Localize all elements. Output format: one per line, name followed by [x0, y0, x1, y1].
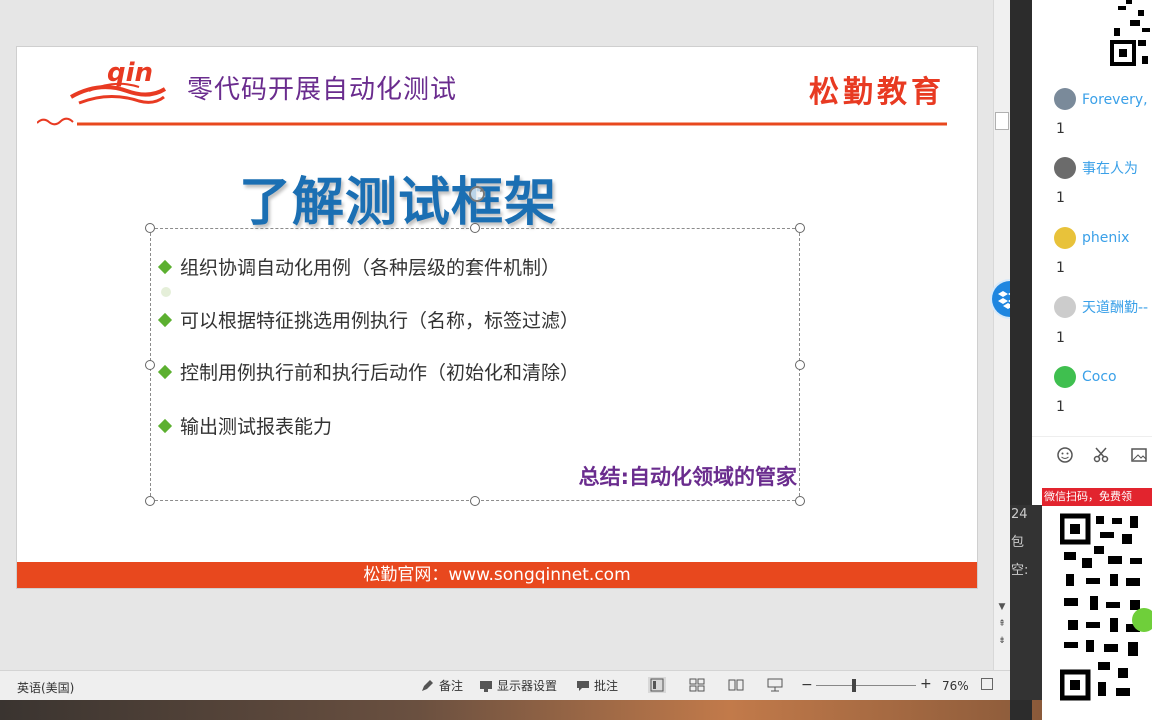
resize-handle[interactable]: [145, 223, 155, 233]
bullet-text: 组织协调自动化用例（各种层级的套件机制）: [180, 253, 560, 280]
display-settings-button[interactable]: 显示器设置: [479, 677, 557, 694]
next-slide-icon[interactable]: ⇟: [996, 635, 1008, 647]
emoji-icon[interactable]: [1056, 446, 1074, 464]
fit-to-window-icon[interactable]: [981, 678, 993, 690]
side-text: 24: [1011, 507, 1028, 522]
bullet-diamond-icon: [158, 312, 172, 326]
chat-lower-strip: 24 包 空:: [1010, 505, 1042, 700]
avatar: [1054, 88, 1076, 110]
chat-user[interactable]: 天道酬勤--: [1054, 296, 1148, 318]
bullet-diamond-icon: [158, 418, 172, 432]
promo-banner: 微信扫码，免费领: [1042, 488, 1152, 506]
resize-handle[interactable]: [470, 223, 480, 233]
footer-text: 松勤官网：www.songqinnet.com: [363, 565, 630, 585]
resize-handle[interactable]: [470, 496, 480, 506]
avatar: [1054, 366, 1076, 388]
slideshow-icon[interactable]: [766, 677, 784, 693]
chat-message: 1: [1056, 399, 1065, 415]
status-bar: 英语(美国) 备注 显示器设置 批注 − + 76%: [0, 670, 1010, 700]
chat-user[interactable]: 事在人为: [1054, 157, 1138, 179]
zoom-slider[interactable]: [816, 685, 916, 686]
monitor-icon: [479, 680, 493, 692]
qin-logo: qin: [69, 51, 169, 111]
qr-code-icon: [1072, 0, 1152, 70]
slide-title: 零代码开展自动化测试: [187, 69, 457, 106]
bullet-diamond-icon: [158, 364, 172, 378]
summary-text: 总结:自动化领域的管家: [579, 461, 797, 491]
chat-message: 1: [1056, 190, 1065, 206]
chat-user[interactable]: Coco: [1054, 366, 1117, 388]
slide-sorter-icon[interactable]: [688, 677, 706, 693]
zoom-level[interactable]: 76%: [942, 679, 969, 693]
wechat-qr-code-icon: [1060, 512, 1152, 702]
previous-slide-icon[interactable]: ⇞: [996, 618, 1008, 630]
chat-user[interactable]: phenix: [1054, 227, 1129, 249]
language-indicator[interactable]: 英语(美国): [17, 679, 74, 696]
rotate-handle-icon[interactable]: [466, 183, 488, 205]
resize-handle[interactable]: [145, 360, 155, 370]
bullet-text: 输出测试报表能力: [180, 412, 332, 439]
slide-editor-area[interactable]: qin 零代码开展自动化测试 松勤教育 了解测试框架: [0, 0, 993, 670]
chat-message: 1: [1056, 260, 1065, 276]
bullet-item: 输出测试报表能力: [160, 412, 332, 439]
bullet-item: 组织协调自动化用例（各种层级的套件机制）: [160, 253, 560, 280]
desktop-background-strip: [0, 700, 1042, 720]
qr-promo[interactable]: 微信扫码，免费领: [1042, 488, 1152, 720]
zoom-out-button[interactable]: −: [801, 677, 813, 693]
slide-canvas[interactable]: qin 零代码开展自动化测试 松勤教育 了解测试框架: [17, 47, 977, 588]
resize-handle[interactable]: [145, 496, 155, 506]
chat-message: 1: [1056, 121, 1065, 137]
side-text: 包: [1011, 531, 1024, 550]
avatar: [1054, 157, 1076, 179]
bullet-item: 控制用例执行前和执行后动作（初始化和清除）: [160, 358, 579, 385]
resize-handle[interactable]: [795, 496, 805, 506]
scroll-down-icon[interactable]: ▼: [996, 601, 1008, 613]
faint-dot: [161, 287, 171, 297]
chat-panel[interactable]: Forevery, 月 1 事在人为 1 phenix 1 天道酬勤-- 1 C…: [1032, 0, 1152, 505]
comment-icon: [576, 680, 590, 692]
normal-view-icon[interactable]: [648, 677, 666, 693]
content-textbox[interactable]: 组织协调自动化用例（各种层级的套件机制） 可以根据特征挑选用例执行（名称，标签过…: [150, 228, 800, 501]
bullet-item: 可以根据特征挑选用例执行（名称，标签过滤）: [160, 306, 579, 333]
avatar: [1054, 227, 1076, 249]
zoom-slider-thumb[interactable]: [852, 679, 856, 692]
header-divider: [37, 113, 947, 129]
comments-button[interactable]: 批注: [576, 677, 618, 694]
resize-handle[interactable]: [795, 223, 805, 233]
chat-message: 1: [1056, 330, 1065, 346]
brand-text: 松勤教育: [809, 67, 945, 111]
scissors-icon[interactable]: [1092, 446, 1110, 464]
image-icon[interactable]: [1130, 446, 1148, 464]
vertical-scrollbar[interactable]: ▼ ⇞ ⇟: [993, 0, 1010, 670]
notes-icon: [421, 680, 435, 692]
chat-user[interactable]: Forevery, 月: [1054, 88, 1152, 110]
slide-heading[interactable]: 了解测试框架: [239, 160, 557, 235]
notes-button[interactable]: 备注: [421, 677, 463, 694]
avatar: [1054, 296, 1076, 318]
slide-footer: 松勤官网：www.songqinnet.com: [17, 562, 977, 588]
bullet-text: 控制用例执行前和执行后动作（初始化和清除）: [180, 358, 579, 385]
zoom-in-button[interactable]: +: [920, 676, 932, 692]
reading-view-icon[interactable]: [727, 677, 745, 693]
bullet-diamond-icon: [158, 259, 172, 273]
scrollbar-thumb[interactable]: [995, 112, 1009, 130]
resize-handle[interactable]: [795, 360, 805, 370]
bullet-text: 可以根据特征挑选用例执行（名称，标签过滤）: [180, 306, 579, 333]
chat-toolbar: [1032, 436, 1152, 472]
side-text: 空:: [1011, 559, 1028, 578]
